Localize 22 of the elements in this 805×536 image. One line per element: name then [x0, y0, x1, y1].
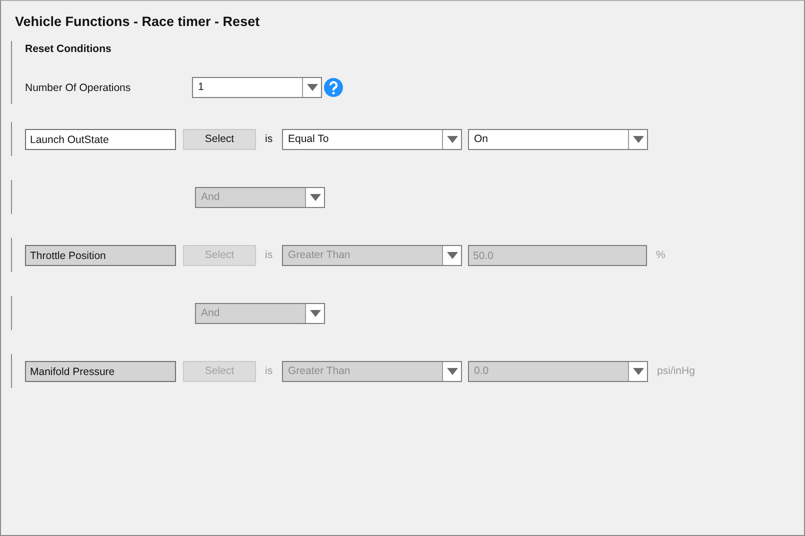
operator-dropdown[interactable]: Equal To [282, 128, 462, 150]
caret-icon [310, 310, 320, 316]
is-label: is [264, 365, 274, 377]
window-title: Vehicle Functions - Race timer - Reset [15, 14, 261, 29]
signal-field[interactable]: Launch OutState [25, 128, 176, 150]
section-title: Reset Conditions [25, 43, 112, 55]
unit-label: % [656, 249, 666, 261]
caret-icon [632, 368, 644, 374]
caret-icon [446, 136, 458, 142]
value-dropdown[interactable]: On [468, 128, 648, 150]
operations-dropdown[interactable]: 1 [192, 77, 322, 98]
is-label: is [264, 133, 274, 145]
caret-icon [310, 194, 320, 200]
is-label: is [264, 249, 274, 261]
unit-label: psi/inHg [657, 365, 695, 377]
caret-icon [306, 84, 318, 91]
help-icon[interactable] [324, 78, 343, 97]
select-button[interactable]: Select [183, 128, 256, 150]
field-label: Number Of Operations [25, 82, 132, 94]
caret-icon [446, 252, 458, 258]
caret-icon [446, 368, 458, 374]
caret-icon [632, 136, 644, 142]
